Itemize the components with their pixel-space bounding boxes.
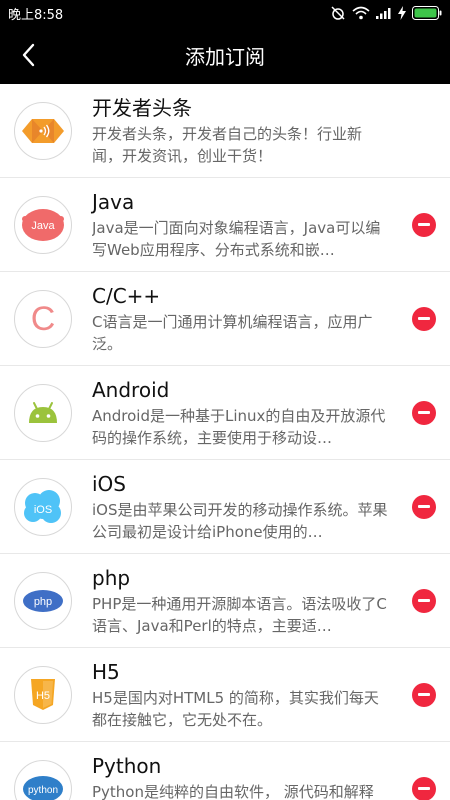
item-description: Android是一种基于Linux的自由及开放源代码的操作系统，主要使用于移动设… [92, 406, 386, 447]
remove-button[interactable] [412, 776, 436, 800]
subscription-list: 开发者头条 开发者头条，开发者自己的头条！行业新闻，开发资讯，创业干货！ Jav… [0, 84, 450, 800]
c-logo-text: C [31, 300, 56, 338]
android-logo [14, 383, 72, 442]
item-title: H5 [92, 659, 120, 684]
remove-button[interactable] [412, 588, 436, 613]
minus-icon [418, 693, 430, 696]
minus-icon [418, 411, 430, 414]
silent-alarm-icon [331, 6, 345, 20]
app-bar: 添加订阅 [0, 26, 450, 84]
php-logo: php [14, 571, 72, 630]
python-logo: python [14, 759, 72, 800]
item-title: php [92, 565, 131, 590]
minus-icon [418, 787, 430, 790]
devtoutiao-logo [14, 101, 72, 160]
list-item-ios[interactable]: iOS iOS iOS是由苹果公司开发的移动操作系统。苹果公司最初是设计给iPh… [0, 460, 450, 554]
status-bar: 晚上8:58 [0, 0, 450, 26]
remove-button[interactable] [412, 682, 436, 707]
list-item-python[interactable]: python Python Python是纯粹的自由软件， 源代码和解释器CPy… [0, 742, 450, 800]
back-button[interactable] [0, 26, 56, 84]
c-logo: C [14, 289, 72, 348]
minus-icon [418, 599, 430, 602]
minus-icon [418, 317, 430, 320]
python-logo-text: python [28, 785, 58, 796]
item-description: iOS是由苹果公司开发的移动操作系统。苹果公司最初是设计给iPhone使用的… [92, 500, 388, 541]
item-title: Java [92, 189, 135, 214]
status-time: 晚上8:58 [8, 7, 64, 23]
item-title: Android [92, 377, 170, 402]
chevron-left-icon [22, 43, 35, 67]
h5-logo-text: H5 [36, 690, 50, 702]
item-title: Python [92, 753, 162, 778]
page-title: 添加订阅 [185, 44, 265, 69]
signal-icon [376, 8, 391, 19]
item-title: iOS [92, 471, 126, 496]
wifi-icon [352, 6, 370, 20]
status-icons [330, 5, 442, 21]
ios-logo: iOS [14, 477, 72, 536]
remove-button[interactable] [412, 400, 436, 425]
remove-button[interactable] [412, 306, 436, 331]
battery-icon [412, 6, 442, 20]
ios-logo-text: iOS [34, 504, 52, 516]
charging-icon [398, 6, 406, 20]
item-description: 开发者头条，开发者自己的头条！行业新闻，开发资讯，创业干货！ [92, 124, 363, 165]
item-description: C语言是一门通用计算机编程语言，应用广泛。 [92, 312, 373, 353]
php-logo-text: php [34, 596, 52, 608]
item-description: Java是一门面向对象编程语言，Java可以编写Web应用程序、分布式系统和嵌… [92, 218, 381, 259]
list-item-h5[interactable]: H5 H5 H5是国内对HTML5 的简称，其实我们每天都在接触它，它无处不在。 [0, 648, 450, 742]
h5-logo: H5 [14, 665, 72, 724]
java-logo-text: Java [31, 220, 55, 232]
item-description: PHP是一种通用开源脚本语言。语法吸收了C语言、Java和Perl的特点，主要适… [92, 594, 387, 635]
list-item-android[interactable]: Android Android是一种基于Linux的自由及开放源代码的操作系统，… [0, 366, 450, 460]
minus-icon [418, 223, 430, 226]
item-title: 开发者头条 [92, 95, 192, 120]
list-item-java[interactable]: Java Java Java是一门面向对象编程语言，Java可以编写Web应用程… [0, 178, 450, 272]
item-description: H5是国内对HTML5 的简称，其实我们每天都在接触它，它无处不在。 [92, 688, 379, 729]
remove-button[interactable] [412, 494, 436, 519]
item-description: Python是纯粹的自由软件， 源代码和解释器CPython遵循GPL协议。 [92, 782, 374, 800]
list-item-devtoutiao[interactable]: 开发者头条 开发者头条，开发者自己的头条！行业新闻，开发资讯，创业干货！ [0, 84, 450, 178]
list-item-c-cpp[interactable]: C C/C++ C语言是一门通用计算机编程语言，应用广泛。 [0, 272, 450, 366]
list-item-php[interactable]: php php PHP是一种通用开源脚本语言。语法吸收了C语言、Java和Per… [0, 554, 450, 648]
minus-icon [418, 505, 430, 508]
java-logo: Java [14, 195, 72, 254]
item-title: C/C++ [92, 283, 161, 308]
remove-button[interactable] [412, 212, 436, 237]
